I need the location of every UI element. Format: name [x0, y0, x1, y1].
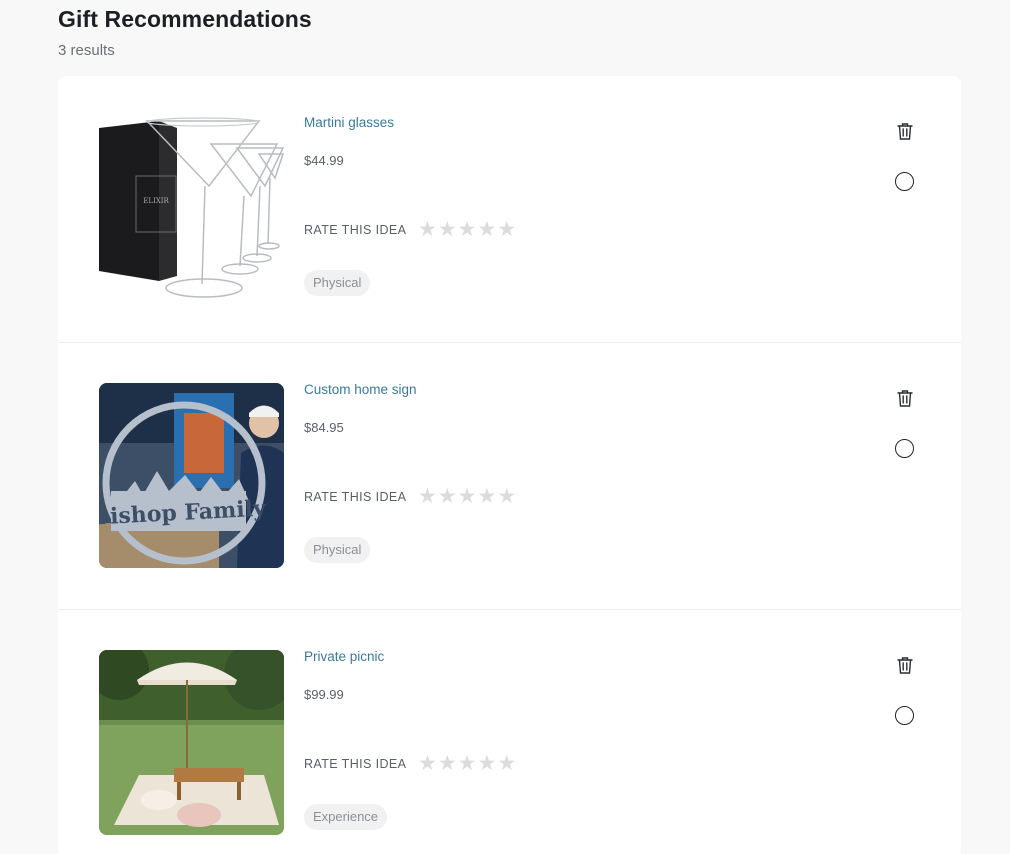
rate-label: RATE THIS IDEA — [304, 223, 407, 237]
star-4[interactable]: ★ — [477, 752, 496, 774]
star-2[interactable]: ★ — [438, 752, 457, 774]
rate-label: RATE THIS IDEA — [304, 490, 407, 504]
item-name-link[interactable]: Private picnic — [304, 649, 384, 664]
private-picnic-image — [99, 650, 284, 835]
star-3[interactable]: ★ — [458, 752, 477, 774]
star-5[interactable]: ★ — [497, 218, 516, 240]
recommendations-list: ELIXIR Martini glasses $44.99 RATE THIS … — [58, 76, 961, 854]
star-2[interactable]: ★ — [438, 485, 457, 507]
category-tag: Physical — [304, 537, 371, 563]
star-1[interactable]: ★ — [418, 752, 437, 774]
item-name-link[interactable]: Custom home sign — [304, 382, 417, 397]
star-rating: ★ ★ ★ ★ ★ — [418, 218, 516, 240]
star-1[interactable]: ★ — [418, 485, 437, 507]
category-tag: Experience — [304, 804, 388, 830]
gift-item: ELIXIR Martini glasses $44.99 RATE THIS … — [58, 76, 961, 343]
gift-item: Bishop Family Custom home sign $84.95 RA… — [58, 343, 961, 610]
result-count: 3 results — [58, 42, 115, 59]
star-4[interactable]: ★ — [477, 218, 496, 240]
gift-item: Private picnic $99.99 RATE THIS IDEA ★ ★… — [58, 610, 961, 854]
star-4[interactable]: ★ — [477, 485, 496, 507]
star-1[interactable]: ★ — [418, 218, 437, 240]
star-rating: ★ ★ ★ ★ ★ — [418, 485, 516, 507]
item-price: $84.95 — [304, 420, 344, 435]
item-name-link[interactable]: Martini glasses — [304, 115, 394, 130]
star-3[interactable]: ★ — [458, 485, 477, 507]
item-price: $44.99 — [304, 153, 344, 168]
martini-glasses-image: ELIXIR — [99, 116, 284, 301]
trash-icon[interactable] — [895, 121, 915, 141]
trash-icon[interactable] — [895, 655, 915, 675]
select-radio[interactable] — [895, 439, 914, 458]
trash-icon[interactable] — [895, 388, 915, 408]
star-3[interactable]: ★ — [458, 218, 477, 240]
star-5[interactable]: ★ — [497, 485, 516, 507]
category-tag: Physical — [304, 270, 371, 296]
star-5[interactable]: ★ — [497, 752, 516, 774]
custom-home-sign-image: Bishop Family — [99, 383, 284, 568]
star-2[interactable]: ★ — [438, 218, 457, 240]
star-rating: ★ ★ ★ ★ ★ — [418, 752, 516, 774]
item-price: $99.99 — [304, 687, 344, 702]
select-radio[interactable] — [895, 706, 914, 725]
rate-label: RATE THIS IDEA — [304, 757, 407, 771]
box-brand-text: ELIXIR — [143, 197, 169, 205]
select-radio[interactable] — [895, 172, 914, 191]
page-title: Gift Recommendations — [58, 6, 312, 32]
